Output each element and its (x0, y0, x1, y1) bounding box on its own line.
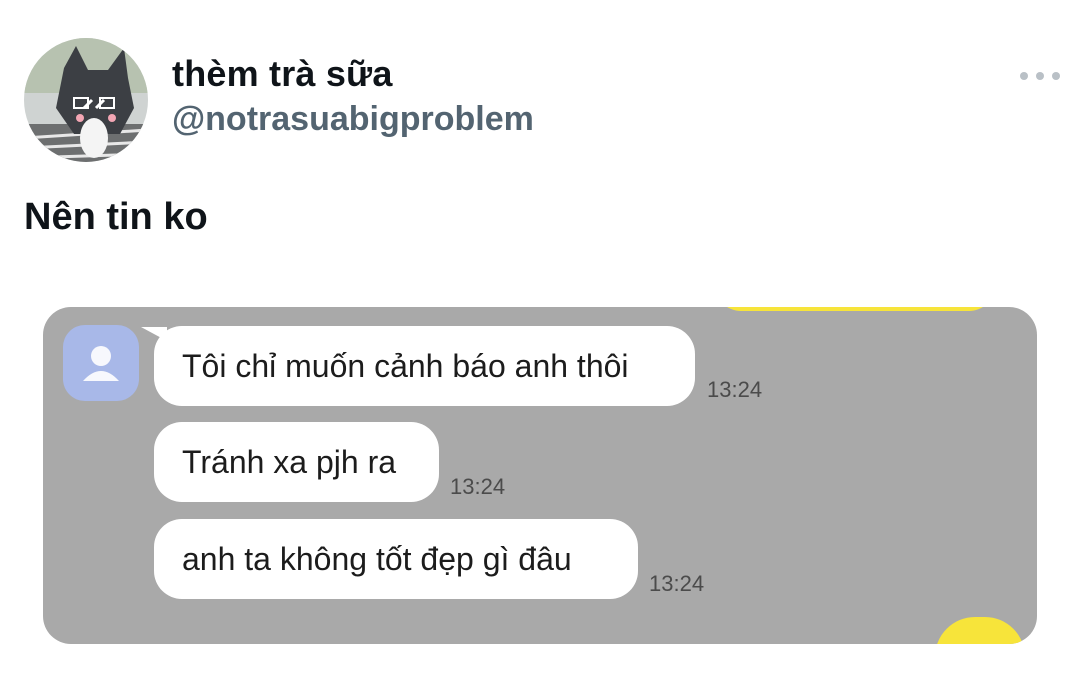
yellow-bubble-edge (935, 617, 1025, 644)
chat-message: Tôi chỉ muốn cảnh báo anh thôi (154, 326, 695, 406)
chat-avatar (63, 325, 139, 401)
user-handle[interactable]: @notrasuabigproblem (172, 100, 534, 139)
dot-icon (1020, 72, 1028, 80)
tweet-text: Nên tin ko (24, 196, 208, 238)
profile-avatar[interactable] (24, 38, 148, 162)
dot-icon (1036, 72, 1044, 80)
cat-avatar-image (24, 38, 148, 162)
more-options-icon[interactable] (1020, 70, 1060, 82)
dot-icon (1052, 72, 1060, 80)
message-time: 13:24 (649, 571, 705, 596)
message-time: 13:24 (707, 377, 763, 402)
chat-message: anh ta không tốt đẹp gì đâu (154, 519, 638, 599)
yellow-bubble-edge (715, 307, 995, 311)
message-time: 13:24 (450, 474, 506, 499)
user-icon (83, 346, 119, 381)
chat-message: Tránh xa pjh ra (154, 422, 439, 502)
display-name[interactable]: thèm trà sữa (172, 53, 393, 95)
attached-image[interactable]: Tôi chỉ muốn cảnh báo anh thôi 13:24 Trá… (43, 307, 1037, 644)
